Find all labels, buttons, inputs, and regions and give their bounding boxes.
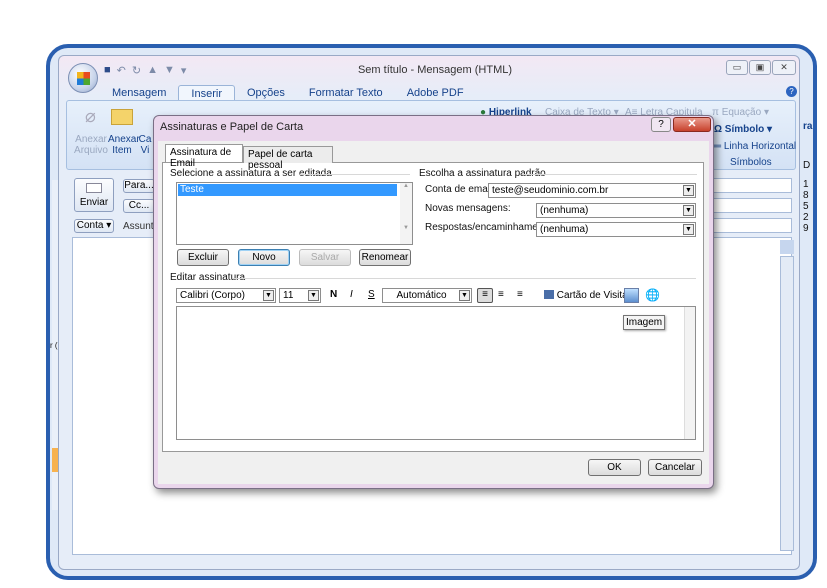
business-card-icon xyxy=(544,290,554,299)
cc-field[interactable] xyxy=(712,198,792,213)
ok-button[interactable]: OK xyxy=(588,459,641,476)
signature-editor[interactable] xyxy=(176,306,696,440)
conta-button[interactable]: Conta ▾ xyxy=(74,219,114,233)
cartao-visita-button[interactable]: Ca Vi xyxy=(138,134,152,156)
align-left-button[interactable]: ≡ xyxy=(477,288,493,303)
up-icon[interactable]: ▲ xyxy=(147,64,158,80)
novas-mensagens-label: Novas mensagens: xyxy=(425,203,511,214)
simbolo-button[interactable]: Ω Símbolo ▾ xyxy=(714,124,772,135)
editor-scrollbar[interactable] xyxy=(684,307,695,439)
respostas-select[interactable]: (nenhuma) ▼ xyxy=(536,222,696,237)
background-numbers: D 1 8 5 2 9 xyxy=(803,160,813,234)
linha-horizontal-label: Linha Horizontal xyxy=(723,141,797,152)
cartao-visita-button[interactable]: Cartão de Visita xyxy=(544,290,628,301)
office-logo-icon xyxy=(77,72,90,85)
novas-mensagens-select[interactable]: (nenhuma) ▼ xyxy=(536,203,696,218)
down-icon[interactable]: ▼ xyxy=(164,64,175,80)
bg-letter: 8 xyxy=(803,190,809,201)
divider xyxy=(522,174,697,175)
color-select[interactable]: Automático ▼ xyxy=(382,288,472,303)
ruler-icon[interactable] xyxy=(780,240,794,254)
tab-assinatura-email[interactable]: Assinatura de Email xyxy=(165,144,243,169)
bold-button[interactable]: N xyxy=(330,289,337,300)
novo-button[interactable]: Novo xyxy=(238,249,290,266)
conta-email-select[interactable]: teste@seudominio.com.br ▼ xyxy=(488,183,696,198)
excluir-button[interactable]: Excluir xyxy=(177,249,229,266)
undo-icon[interactable]: ↶ xyxy=(117,64,126,80)
respostas-value: (nenhuma) xyxy=(540,224,589,235)
align-center-button[interactable]: ≡ xyxy=(498,289,504,300)
divider xyxy=(233,278,696,279)
conta-email-label: Conta de email: xyxy=(425,184,496,195)
cc-button[interactable]: Cc... xyxy=(123,199,155,213)
simbolo-label: Símbolo xyxy=(724,124,765,135)
salvar-button[interactable]: Salvar xyxy=(299,249,351,266)
close-window-button[interactable]: ✕ xyxy=(772,60,796,75)
anexar-item-button[interactable]: Anexar Item xyxy=(108,134,140,156)
chevron-down-icon: ▼ xyxy=(683,185,694,196)
cartao-visita-label: Cartão de Visita xyxy=(556,290,628,301)
insert-picture-button[interactable] xyxy=(624,288,639,303)
send-envelope-icon xyxy=(86,183,102,193)
maximize-button[interactable]: ▣ xyxy=(749,60,771,75)
bg-letter: 9 xyxy=(803,223,809,234)
tab-papel-carta[interactable]: Papel de carta pessoal xyxy=(243,146,333,171)
assunto-field[interactable] xyxy=(712,218,792,233)
equacao-button[interactable]: π Equação ▾ xyxy=(712,107,769,118)
signature-list[interactable]: Teste ▲ ▼ xyxy=(176,182,413,245)
paperclip-icon: ⌀ xyxy=(85,106,96,126)
font-size-value: 11 xyxy=(283,290,294,301)
chevron-down-icon: ▼ xyxy=(683,224,694,235)
equacao-label: Equação xyxy=(721,107,762,118)
minimize-button[interactable]: ▭ xyxy=(726,60,748,75)
quick-access-toolbar: ■ ↶ ↻ ▲ ▼ ▾ xyxy=(104,64,186,80)
anexar-arquivo-button[interactable]: Anexar Arquivo xyxy=(74,134,108,156)
color-value: Automático xyxy=(396,290,447,301)
insert-hyperlink-icon[interactable]: 🌐 xyxy=(645,288,660,302)
underline-button[interactable]: S xyxy=(368,289,375,300)
renomear-button[interactable]: Renomear xyxy=(359,249,411,266)
save-icon[interactable]: ■ xyxy=(104,64,111,80)
bg-letter: 5 xyxy=(803,201,809,212)
signature-item[interactable]: Teste xyxy=(178,184,397,196)
italic-button[interactable]: I xyxy=(350,289,353,300)
cancelar-button[interactable]: Cancelar xyxy=(648,459,702,476)
dialog-close-button[interactable]: ✕ xyxy=(673,117,711,132)
chevron-down-icon: ▼ xyxy=(263,290,274,301)
font-select[interactable]: Calibri (Corpo) ▼ xyxy=(176,288,276,303)
help-icon[interactable]: ? xyxy=(786,86,797,97)
office-button[interactable] xyxy=(68,63,98,93)
font-size-select[interactable]: 11 ▼ xyxy=(279,288,321,303)
customize-icon[interactable]: ▾ xyxy=(181,64,187,80)
dialog-title: Assinaturas e Papel de Carta xyxy=(160,121,304,133)
para-button[interactable]: Para... xyxy=(123,179,155,193)
bg-letter: 2 xyxy=(803,212,809,223)
font-value: Calibri (Corpo) xyxy=(180,290,246,301)
body-scrollbar[interactable] xyxy=(780,256,794,551)
list-scrollbar[interactable]: ▲ ▼ xyxy=(400,183,412,244)
align-right-button[interactable]: ≡ xyxy=(517,289,523,300)
dialog-help-button[interactable]: ? xyxy=(651,117,671,132)
background-text: ra xyxy=(803,121,813,132)
redo-icon[interactable]: ↻ xyxy=(132,64,141,80)
bg-letter: 1 xyxy=(803,179,809,190)
conta-label: Conta xyxy=(76,220,104,231)
chevron-down-icon: ▼ xyxy=(683,205,694,216)
conta-email-value: teste@seudominio.com.br xyxy=(492,185,609,196)
chevron-down-icon: ▼ xyxy=(459,290,470,301)
para-field[interactable] xyxy=(712,178,792,193)
chevron-down-icon: ▼ xyxy=(308,290,319,301)
tooltip: Imagem xyxy=(623,315,666,330)
group-simbolos-label: Símbolos xyxy=(730,157,772,168)
divider xyxy=(300,174,410,175)
linha-horizontal-button[interactable]: ═ Linha Horizontal xyxy=(714,141,796,152)
novas-mensagens-value: (nenhuma) xyxy=(540,205,589,216)
envelope-icon xyxy=(111,109,133,125)
bg-letter: D xyxy=(803,160,811,171)
window-title: Sem título - Mensagem (HTML) xyxy=(357,64,513,76)
